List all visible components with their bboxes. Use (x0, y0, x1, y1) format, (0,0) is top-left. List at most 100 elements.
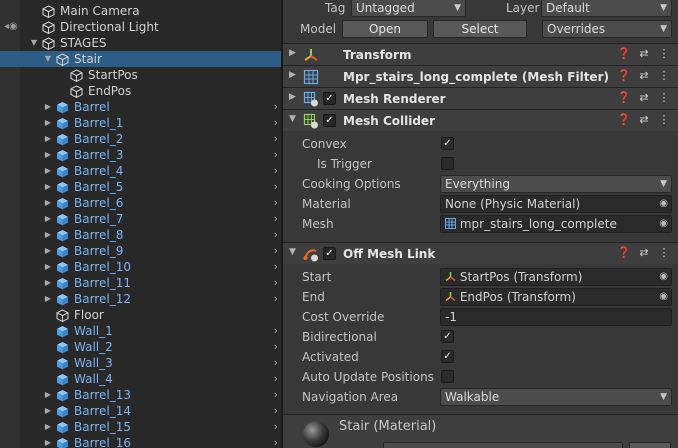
help-icon[interactable]: ❓ (617, 113, 631, 126)
mesh-renderer-enabled-checkbox[interactable]: ✓ (323, 92, 336, 105)
open-prefab-chevron-icon[interactable]: › (274, 115, 278, 131)
fold-arrow-icon[interactable]: ▼ (289, 114, 296, 124)
hierarchy-item[interactable]: ▶ Barrel_11 › (0, 275, 281, 291)
start-field[interactable]: StartPos (Transform) ◉ (440, 268, 672, 286)
help-icon[interactable]: ❓ (617, 69, 631, 82)
hierarchy-item[interactable]: ▶ Barrel_13 › (0, 387, 281, 403)
preset-icon[interactable]: ⇄ (637, 246, 651, 259)
more-options-icon[interactable]: ⋮ (657, 91, 671, 104)
open-prefab-chevron-icon[interactable]: › (274, 147, 278, 163)
object-picker-icon[interactable]: ◉ (659, 269, 668, 285)
collapse-arrow-icon[interactable]: ▶ (43, 419, 53, 435)
hierarchy-item[interactable]: Wall_4 › (0, 371, 281, 387)
hierarchy-item[interactable]: Main Camera (0, 3, 281, 19)
tag-dropdown[interactable]: Untagged ▼ (351, 0, 466, 17)
off-mesh-link-enabled-checkbox[interactable]: ✓ (323, 247, 336, 260)
open-prefab-chevron-icon[interactable]: › (274, 227, 278, 243)
collapse-arrow-icon[interactable]: ▶ (43, 99, 53, 115)
collapse-arrow-icon[interactable]: ▶ (43, 275, 53, 291)
open-prefab-chevron-icon[interactable]: › (274, 387, 278, 403)
open-prefab-chevron-icon[interactable]: › (274, 323, 278, 339)
fold-arrow-icon[interactable]: ▶ (289, 70, 296, 80)
expand-arrow-icon[interactable]: ▼ (29, 35, 39, 51)
collapse-arrow-icon[interactable]: ▶ (43, 435, 53, 448)
open-prefab-chevron-icon[interactable]: › (274, 131, 278, 147)
object-picker-icon[interactable]: ◉ (659, 196, 668, 212)
hierarchy-item[interactable]: ▶ Barrel_9 › (0, 243, 281, 259)
material-section[interactable]: Stair (Material) (283, 414, 678, 448)
collapse-arrow-icon[interactable]: ▶ (43, 291, 53, 307)
hierarchy-panel[interactable]: ◂◉ Main Camera Directional Light ▼ STAGES ▼ S… (0, 0, 281, 448)
collapse-arrow-icon[interactable]: ▶ (43, 227, 53, 243)
hierarchy-item[interactable]: ▶ Barrel_15 › (0, 419, 281, 435)
hierarchy-item[interactable]: ▶ Barrel_12 › (0, 291, 281, 307)
hierarchy-item[interactable]: ▼ Stair (0, 51, 281, 67)
collapse-arrow-icon[interactable]: ▶ (43, 163, 53, 179)
collapse-arrow-icon[interactable]: ▶ (43, 131, 53, 147)
open-prefab-chevron-icon[interactable]: › (274, 355, 278, 371)
preset-icon[interactable]: ⇄ (637, 47, 651, 60)
shader-dropdown[interactable] (383, 442, 623, 448)
hierarchy-item[interactable]: ▶ Barrel_5 › (0, 179, 281, 195)
open-prefab-chevron-icon[interactable]: › (274, 419, 278, 435)
hierarchy-item[interactable]: Wall_2 › (0, 339, 281, 355)
object-picker-icon[interactable]: ◉ (659, 216, 668, 232)
fold-arrow-icon[interactable]: ▶ (289, 48, 296, 58)
hierarchy-item[interactable]: ▶ Barrel_3 › (0, 147, 281, 163)
open-prefab-chevron-icon[interactable]: › (274, 403, 278, 419)
hierarchy-item[interactable]: ▶ Barrel_2 › (0, 131, 281, 147)
collapse-arrow-icon[interactable]: ▶ (43, 195, 53, 211)
overrides-dropdown[interactable]: Overrides ▼ (542, 20, 672, 38)
open-prefab-chevron-icon[interactable]: › (274, 211, 278, 227)
preset-icon[interactable]: ⇄ (637, 113, 651, 126)
open-button[interactable]: Open (342, 20, 428, 38)
collapse-arrow-icon[interactable]: ▶ (43, 179, 53, 195)
hierarchy-item[interactable]: ▼ STAGES (0, 35, 281, 51)
object-picker-icon[interactable]: ◉ (659, 289, 668, 305)
open-prefab-chevron-icon[interactable]: › (274, 371, 278, 387)
layer-dropdown[interactable]: Default ▼ (541, 0, 672, 17)
open-prefab-chevron-icon[interactable]: › (274, 259, 278, 275)
fold-arrow-icon[interactable]: ▼ (289, 247, 296, 257)
auto-update-checkbox[interactable] (441, 370, 454, 383)
help-icon[interactable]: ❓ (617, 47, 631, 60)
preset-icon[interactable]: ⇄ (637, 69, 651, 82)
open-prefab-chevron-icon[interactable]: › (274, 163, 278, 179)
more-options-icon[interactable]: ⋮ (657, 246, 671, 259)
transform-header[interactable]: ▶ Transform ❓ ⇄ ⋮ (283, 43, 678, 65)
collapse-arrow-icon[interactable]: ▶ (43, 387, 53, 403)
collapse-arrow-icon[interactable]: ▶ (43, 115, 53, 131)
end-field[interactable]: EndPos (Transform) ◉ (440, 288, 672, 306)
navigation-area-dropdown[interactable]: Walkable ▼ (440, 388, 672, 406)
hierarchy-item[interactable]: ▶ Barrel_4 › (0, 163, 281, 179)
off-mesh-link-header[interactable]: ▼ ✓ Off Mesh Link ❓ ⇄ ⋮ (283, 242, 678, 264)
convex-checkbox[interactable]: ✓ (441, 137, 454, 150)
expand-arrow-icon[interactable]: ▼ (43, 51, 53, 67)
collapse-arrow-icon[interactable]: ▶ (43, 147, 53, 163)
is-trigger-checkbox[interactable] (441, 157, 454, 170)
collapse-arrow-icon[interactable]: ▶ (43, 259, 53, 275)
hierarchy-item[interactable]: ▶ Barrel_10 › (0, 259, 281, 275)
cooking-options-dropdown[interactable]: Everything ▼ (440, 175, 672, 193)
collapse-arrow-icon[interactable]: ▶ (43, 211, 53, 227)
mesh-filter-header[interactable]: ▶ Mpr_stairs_long_complete (Mesh Filter)… (283, 65, 678, 87)
hierarchy-item[interactable]: ▶ Barrel_14 › (0, 403, 281, 419)
mesh-collider-enabled-checkbox[interactable]: ✓ (323, 114, 336, 127)
mesh-field[interactable]: mpr_stairs_long_complete ◉ (440, 215, 672, 233)
open-prefab-chevron-icon[interactable]: › (274, 275, 278, 291)
preset-icon[interactable]: ⇄ (637, 91, 651, 104)
edit-shader-button[interactable] (629, 442, 671, 448)
hierarchy-item[interactable]: Directional Light (0, 19, 281, 35)
open-prefab-chevron-icon[interactable]: › (274, 243, 278, 259)
hierarchy-item[interactable]: Floor (0, 307, 281, 323)
mesh-renderer-header[interactable]: ▶ ✓ Mesh Renderer ❓ ⇄ ⋮ (283, 87, 678, 109)
collapse-arrow-icon[interactable]: ▶ (43, 243, 53, 259)
open-prefab-chevron-icon[interactable]: › (274, 179, 278, 195)
mesh-collider-header[interactable]: ▼ ✓ Mesh Collider ❓ ⇄ ⋮ (283, 109, 678, 131)
help-icon[interactable]: ❓ (617, 91, 631, 104)
hierarchy-item[interactable]: ▶ Barrel › (0, 99, 281, 115)
hierarchy-item[interactable]: Wall_3 › (0, 355, 281, 371)
open-prefab-chevron-icon[interactable]: › (274, 435, 278, 448)
more-options-icon[interactable]: ⋮ (657, 69, 671, 82)
open-prefab-chevron-icon[interactable]: › (274, 339, 278, 355)
